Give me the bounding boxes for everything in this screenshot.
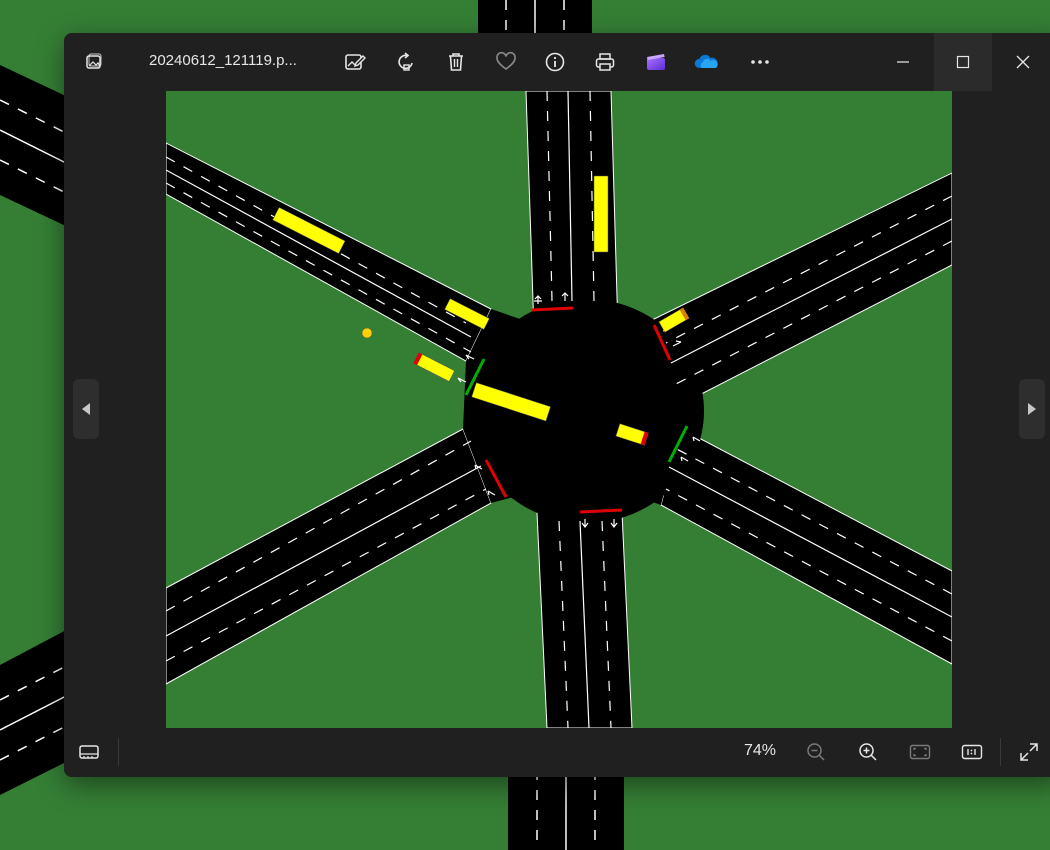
file-name: 20240612_121119.p... bbox=[149, 52, 297, 69]
info-icon bbox=[545, 52, 565, 72]
maximize-icon bbox=[956, 55, 970, 69]
gallery-icon bbox=[86, 53, 102, 69]
actual-size-icon bbox=[961, 744, 983, 760]
viewer-content bbox=[64, 91, 1050, 728]
onedrive-button[interactable] bbox=[690, 47, 722, 77]
filmstrip-icon bbox=[79, 745, 99, 759]
minimize-icon bbox=[897, 61, 909, 63]
maximize-button[interactable] bbox=[934, 33, 992, 91]
more-icon bbox=[751, 60, 769, 64]
zoom-out-button[interactable] bbox=[799, 736, 833, 768]
trash-icon bbox=[449, 53, 463, 71]
pedestrian bbox=[361, 327, 373, 339]
edit-image-button[interactable] bbox=[339, 47, 371, 77]
actual-size-button[interactable] bbox=[955, 736, 989, 768]
next-image-button[interactable] bbox=[1019, 379, 1045, 439]
bottom-toolbar: 74% bbox=[64, 728, 1050, 777]
truck-north bbox=[593, 175, 609, 253]
delete-button[interactable] bbox=[440, 47, 472, 77]
photos-window: 20240612_121119.p... 74% bbox=[64, 33, 1050, 777]
zoom-level: 74% bbox=[744, 742, 777, 759]
rotate-icon bbox=[398, 52, 413, 71]
intersection-simulation bbox=[166, 91, 952, 728]
zoom-in-icon bbox=[859, 743, 877, 761]
fit-to-window-button[interactable] bbox=[903, 736, 937, 768]
clipchamp-icon bbox=[647, 54, 665, 70]
displayed-image[interactable] bbox=[166, 91, 952, 728]
favorite-button[interactable] bbox=[490, 47, 522, 77]
rotate-button[interactable] bbox=[390, 47, 422, 77]
file-info-button[interactable] bbox=[539, 47, 571, 77]
see-more-button[interactable] bbox=[744, 47, 776, 77]
toolbar-divider bbox=[118, 738, 119, 766]
clipchamp-button[interactable] bbox=[640, 47, 672, 77]
close-icon bbox=[1016, 55, 1030, 69]
triangle-left-icon bbox=[82, 403, 90, 415]
zoom-out-icon bbox=[807, 743, 825, 761]
edit-image-icon bbox=[345, 54, 366, 70]
expand-icon bbox=[1020, 743, 1038, 761]
previous-image-button[interactable] bbox=[73, 379, 99, 439]
signal-north bbox=[531, 306, 574, 312]
fit-to-window-icon bbox=[909, 744, 931, 760]
triangle-right-icon bbox=[1028, 403, 1036, 415]
close-button[interactable] bbox=[994, 33, 1050, 91]
title-bar: 20240612_121119.p... bbox=[64, 33, 1050, 91]
minimize-button[interactable] bbox=[874, 33, 932, 91]
photos-app-icon[interactable] bbox=[64, 33, 124, 91]
print-button[interactable] bbox=[589, 47, 621, 77]
onedrive-icon bbox=[694, 54, 718, 68]
printer-icon bbox=[595, 53, 615, 71]
zoom-in-button[interactable] bbox=[851, 736, 885, 768]
toolbar-divider bbox=[1000, 738, 1001, 766]
heart-icon bbox=[496, 51, 516, 70]
filmstrip-button[interactable] bbox=[72, 736, 106, 768]
full-screen-button[interactable] bbox=[1012, 736, 1046, 768]
signal-south bbox=[579, 508, 623, 514]
